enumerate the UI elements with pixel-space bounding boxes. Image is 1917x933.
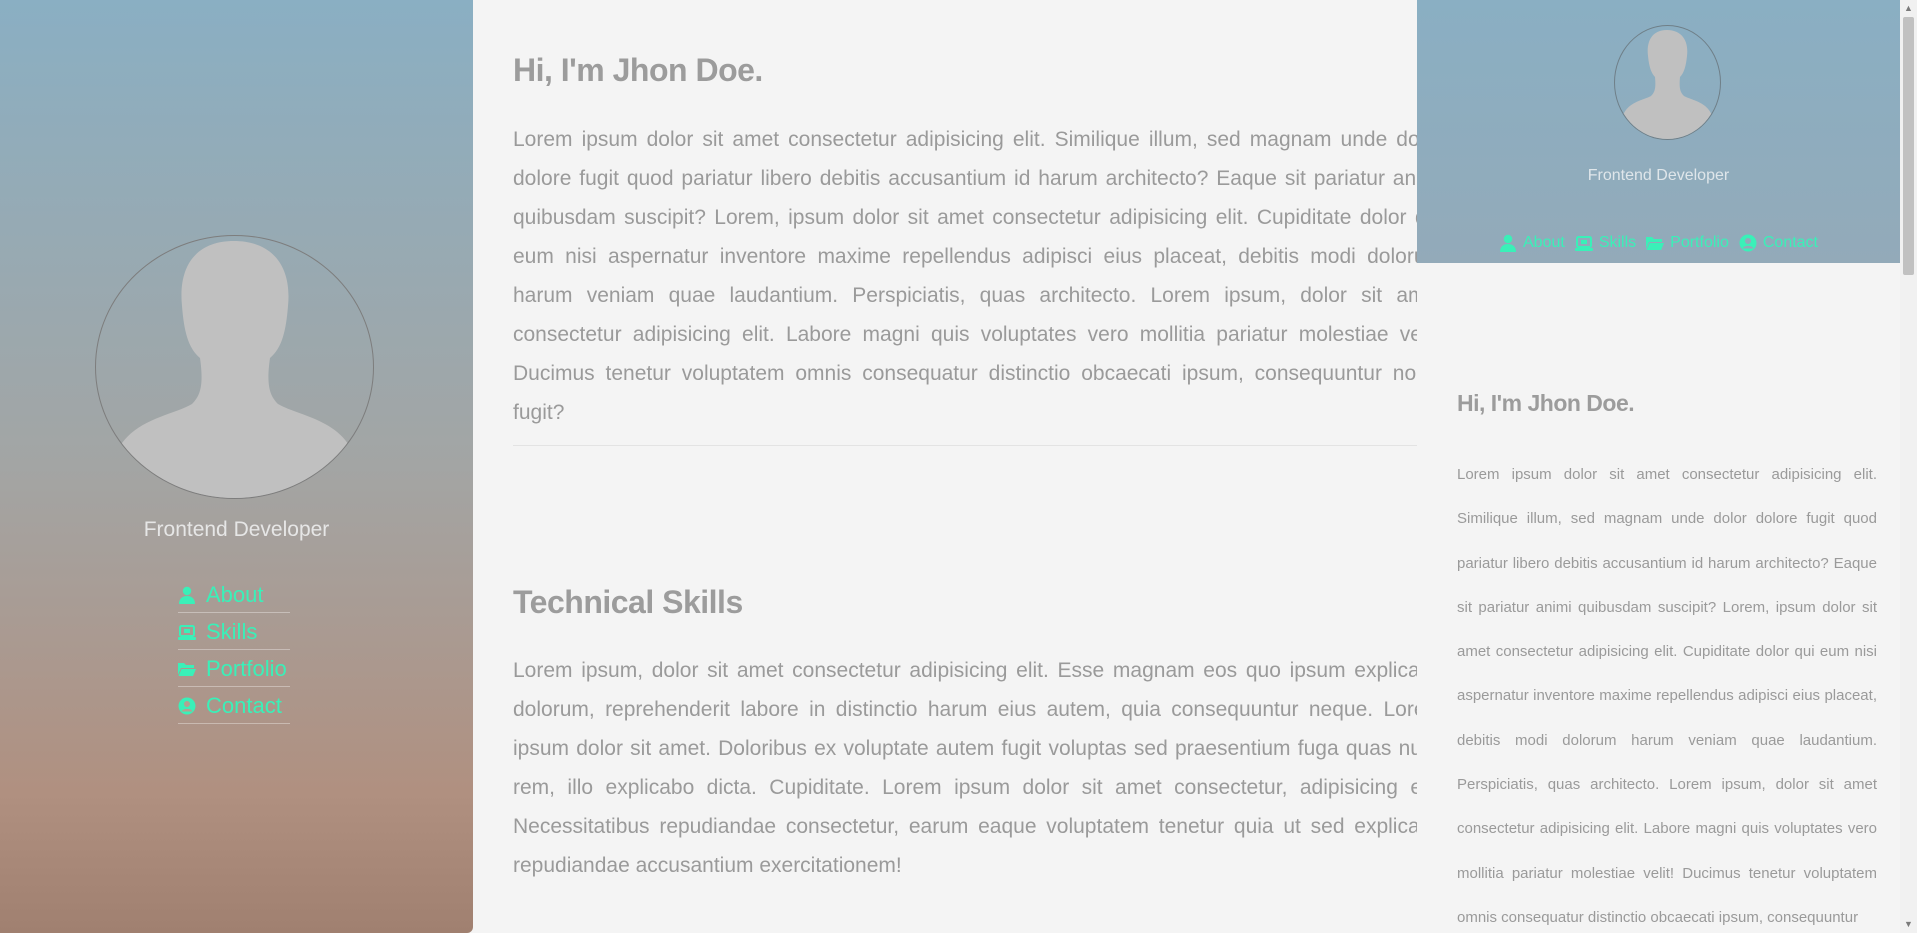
skills-title: Technical Skills <box>513 584 743 620</box>
section-divider <box>513 445 1418 446</box>
preview-nav-skills[interactable]: Skills <box>1574 234 1637 252</box>
nav-portfolio-label: Portfolio <box>206 656 287 681</box>
preview-nav-contact[interactable]: Contact <box>1739 234 1818 252</box>
nav-about-label: About <box>206 582 264 607</box>
contact-icon <box>1739 234 1757 252</box>
person-silhouette-icon <box>110 241 359 498</box>
scroll-up-arrow-icon[interactable]: ▲ <box>1900 0 1917 17</box>
preview-nav-about-label: About <box>1523 234 1565 251</box>
vertical-scrollbar[interactable]: ▲ ▼ <box>1900 0 1917 933</box>
sidebar-role: Frontend Developer <box>143 518 330 541</box>
preview-avatar <box>1614 25 1721 140</box>
preview-nav-portfolio[interactable]: Portfolio <box>1646 234 1729 252</box>
nav-contact-label: Contact <box>206 693 282 718</box>
intro-paragraph: Lorem ipsum dolor sit amet consectetur a… <box>513 128 1418 424</box>
scroll-down-arrow-icon[interactable]: ▼ <box>1900 916 1917 933</box>
preview-role: Frontend Developer <box>1587 167 1730 184</box>
nav-contact[interactable]: Contact <box>178 689 290 724</box>
nav-portfolio[interactable]: Portfolio <box>178 652 290 687</box>
preview-nav: About Skills Portfolio Contact <box>1417 234 1900 252</box>
profile-avatar <box>95 235 374 499</box>
laptop-icon <box>178 623 196 641</box>
preview-title: Hi, I'm Jhon Doe. <box>1457 390 1635 416</box>
sidebar: Frontend Developer About Skills Portfoli… <box>0 0 473 933</box>
folder-icon <box>1646 234 1665 252</box>
preview-header: Frontend Developer About Skills Portfoli… <box>1417 0 1900 263</box>
user-icon <box>1499 234 1517 252</box>
contact-icon <box>178 697 196 715</box>
laptop-icon <box>1574 234 1593 252</box>
skills-paragraph: Lorem ipsum, dolor sit amet consectetur … <box>513 659 1418 877</box>
mobile-preview: Frontend Developer About Skills Portfoli… <box>1417 0 1900 933</box>
folder-icon <box>178 660 196 678</box>
preview-nav-skills-label: Skills <box>1598 234 1637 251</box>
nav-skills-label: Skills <box>206 619 258 644</box>
preview-nav-contact-label: Contact <box>1762 234 1818 251</box>
user-icon <box>178 586 196 604</box>
sidebar-nav: About Skills Portfolio Contact <box>178 578 290 726</box>
scrollbar-thumb[interactable] <box>1903 17 1914 275</box>
page-title: Hi, I'm Jhon Doe. <box>513 52 763 88</box>
main-content: Hi, I'm Jhon Doe. Lorem ipsum dolor sit … <box>513 0 1418 933</box>
preview-nav-portfolio-label: Portfolio <box>1670 234 1729 251</box>
nav-skills[interactable]: Skills <box>178 615 290 650</box>
preview-nav-about[interactable]: About <box>1499 234 1565 252</box>
person-silhouette-icon <box>1621 30 1714 139</box>
nav-about[interactable]: About <box>178 578 290 613</box>
preview-paragraph: Lorem ipsum dolor sit amet consectetur a… <box>1457 466 1877 926</box>
